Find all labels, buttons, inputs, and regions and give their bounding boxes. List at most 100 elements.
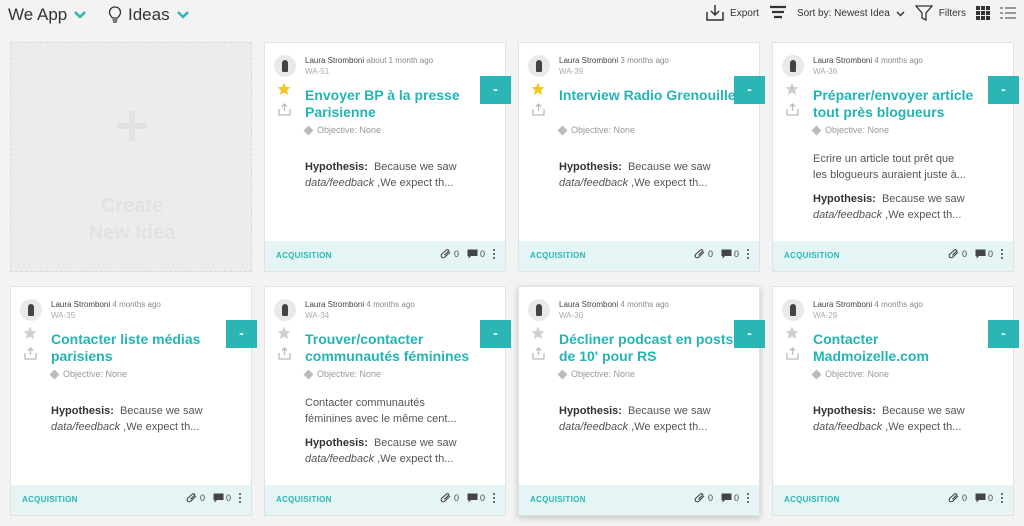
attachments-count[interactable]: 0 [948, 249, 967, 259]
comment-icon [213, 493, 224, 503]
star-icon[interactable] [531, 82, 545, 96]
category-tag[interactable]: ACQUISITION [784, 251, 840, 260]
attachments-count[interactable]: 0 [694, 493, 713, 503]
lightbulb-icon [108, 6, 122, 23]
objective-label: Objective: None [317, 125, 382, 135]
idea-card[interactable]: Laura Stromboni 4 months ago WA-34 - Tro… [264, 286, 511, 516]
objective-icon [303, 125, 314, 135]
attachments-count[interactable]: 0 [186, 493, 205, 503]
card-meta: Laura Stromboni about 1 month ago WA-51 [305, 55, 500, 77]
list-view-icon[interactable] [1000, 6, 1016, 20]
objective-icon [303, 369, 314, 379]
category-tag[interactable]: ACQUISITION [530, 251, 586, 260]
star-icon[interactable] [785, 326, 799, 340]
sort-icon[interactable] [769, 5, 787, 21]
more-options-icon[interactable] [493, 249, 495, 259]
star-icon[interactable] [785, 82, 799, 96]
attachments-count[interactable]: 0 [948, 493, 967, 503]
share-icon[interactable] [278, 103, 291, 116]
idea-card[interactable]: Laura Stromboni 3 months ago WA-39 - Int… [518, 42, 765, 272]
sort-dropdown[interactable]: Sort by: Newest Idea [797, 8, 905, 19]
more-options-icon[interactable] [493, 493, 495, 503]
export-button[interactable]: Export [706, 4, 759, 22]
comments-count[interactable]: 0 [213, 493, 231, 503]
idea-card[interactable]: Laura Stromboni 4 months ago WA-29 - Con… [772, 286, 1019, 516]
filters-button[interactable]: Filters [914, 4, 966, 22]
objective-label: Objective: None [825, 369, 890, 379]
more-options-icon[interactable] [1001, 493, 1003, 503]
idea-card[interactable]: Laura Stromboni about 1 month ago WA-51 … [264, 42, 511, 272]
idea-title[interactable]: Interview Radio Grenouille [559, 87, 739, 104]
idea-title[interactable]: Trouver/contacter communautés féminines [305, 331, 485, 365]
hypothesis: Hypothesis: Because we saw data/feedback … [559, 403, 744, 435]
objective-icon [811, 125, 822, 135]
description-line: féminines avec le même cent... [305, 413, 457, 425]
idea-card[interactable]: Laura Stromboni 4 months ago WA-30 - Déc… [518, 286, 765, 516]
description-line: Ecrire un article tout prêt que [813, 153, 955, 165]
card-footer: ACQUISITION 0 0 [773, 241, 1013, 271]
comments-value: 0 [733, 249, 739, 259]
share-icon[interactable] [24, 347, 37, 360]
section-switcher[interactable]: Ideas [108, 5, 190, 25]
idea-code: WA-39 [559, 67, 584, 76]
idea-title[interactable]: Contacter Madmoizelle.com [813, 331, 993, 365]
objective-label: Objective: None [571, 369, 636, 379]
star-icon[interactable] [23, 326, 37, 340]
more-options-icon[interactable] [1001, 249, 1003, 259]
comments-count[interactable]: 0 [721, 249, 739, 259]
comment-icon [975, 493, 986, 503]
hypothesis: Hypothesis: Because we saw data/feedback … [813, 403, 998, 435]
idea-title[interactable]: Envoyer BP à la presse Parisienne [305, 87, 485, 121]
comments-count[interactable]: 0 [467, 493, 485, 503]
star-icon[interactable] [531, 326, 545, 340]
objective: Objective: None [811, 369, 890, 379]
attachments-count[interactable]: 0 [440, 249, 459, 259]
idea-title[interactable]: Contacter liste médias parisiens [51, 331, 231, 365]
avatar [528, 299, 550, 321]
sort-label: Sort by: Newest Idea [796, 7, 890, 19]
attachments-count[interactable]: 0 [694, 249, 713, 259]
share-icon[interactable] [786, 103, 799, 116]
share-icon[interactable] [532, 347, 545, 360]
star-icon[interactable] [277, 82, 291, 96]
star-icon[interactable] [277, 326, 291, 340]
comments-value: 0 [987, 249, 993, 259]
hypothesis-text: Because we saw [881, 193, 965, 205]
grid-view-icon[interactable] [976, 6, 990, 20]
hypothesis-label: Hypothesis: [305, 437, 368, 449]
comments-count[interactable]: 0 [467, 249, 485, 259]
idea-card[interactable]: Laura Stromboni 4 months ago WA-36 - Pré… [772, 42, 1019, 272]
share-icon[interactable] [278, 347, 291, 360]
category-tag[interactable]: ACQUISITION [276, 495, 332, 504]
create-new-idea-card[interactable]: Create New Idea [10, 42, 252, 272]
more-options-icon[interactable] [747, 249, 749, 259]
comments-count[interactable]: 0 [975, 493, 993, 503]
idea-title[interactable]: Décliner podcast en posts de 10' pour RS [559, 331, 739, 365]
idea-title[interactable]: Préparer/envoyer article tout près blogu… [813, 87, 993, 121]
category-tag[interactable]: ACQUISITION [784, 495, 840, 504]
hypothesis-label: Hypothesis: [559, 405, 622, 417]
share-icon[interactable] [786, 347, 799, 360]
hypothesis-text: Because we saw [627, 161, 711, 173]
comments-count[interactable]: 0 [975, 249, 993, 259]
plus-icon [117, 111, 147, 141]
share-icon[interactable] [532, 103, 545, 116]
idea-description: Contacter communautés féminines avec le … [305, 395, 485, 427]
comment-icon [721, 493, 732, 503]
category-tag[interactable]: ACQUISITION [22, 495, 78, 504]
author-name: Laura Stromboni [305, 300, 365, 309]
comments-count[interactable]: 0 [721, 493, 739, 503]
created-time: 4 months ago [620, 300, 669, 309]
app-switcher[interactable]: We App [8, 5, 87, 25]
hypothesis-rest: ,We expect th... [374, 453, 454, 465]
more-options-icon[interactable] [239, 493, 241, 503]
category-tag[interactable]: ACQUISITION [530, 495, 586, 504]
idea-code: WA-34 [305, 311, 330, 320]
chevron-down-icon [74, 11, 87, 19]
idea-card[interactable]: Laura Stromboni 4 months ago WA-35 - Con… [10, 286, 257, 516]
attachments-count[interactable]: 0 [440, 493, 459, 503]
more-options-icon[interactable] [747, 493, 749, 503]
hypothesis-rest: ,We expect th... [882, 421, 962, 433]
paperclip-icon [694, 249, 705, 259]
category-tag[interactable]: ACQUISITION [276, 251, 332, 260]
